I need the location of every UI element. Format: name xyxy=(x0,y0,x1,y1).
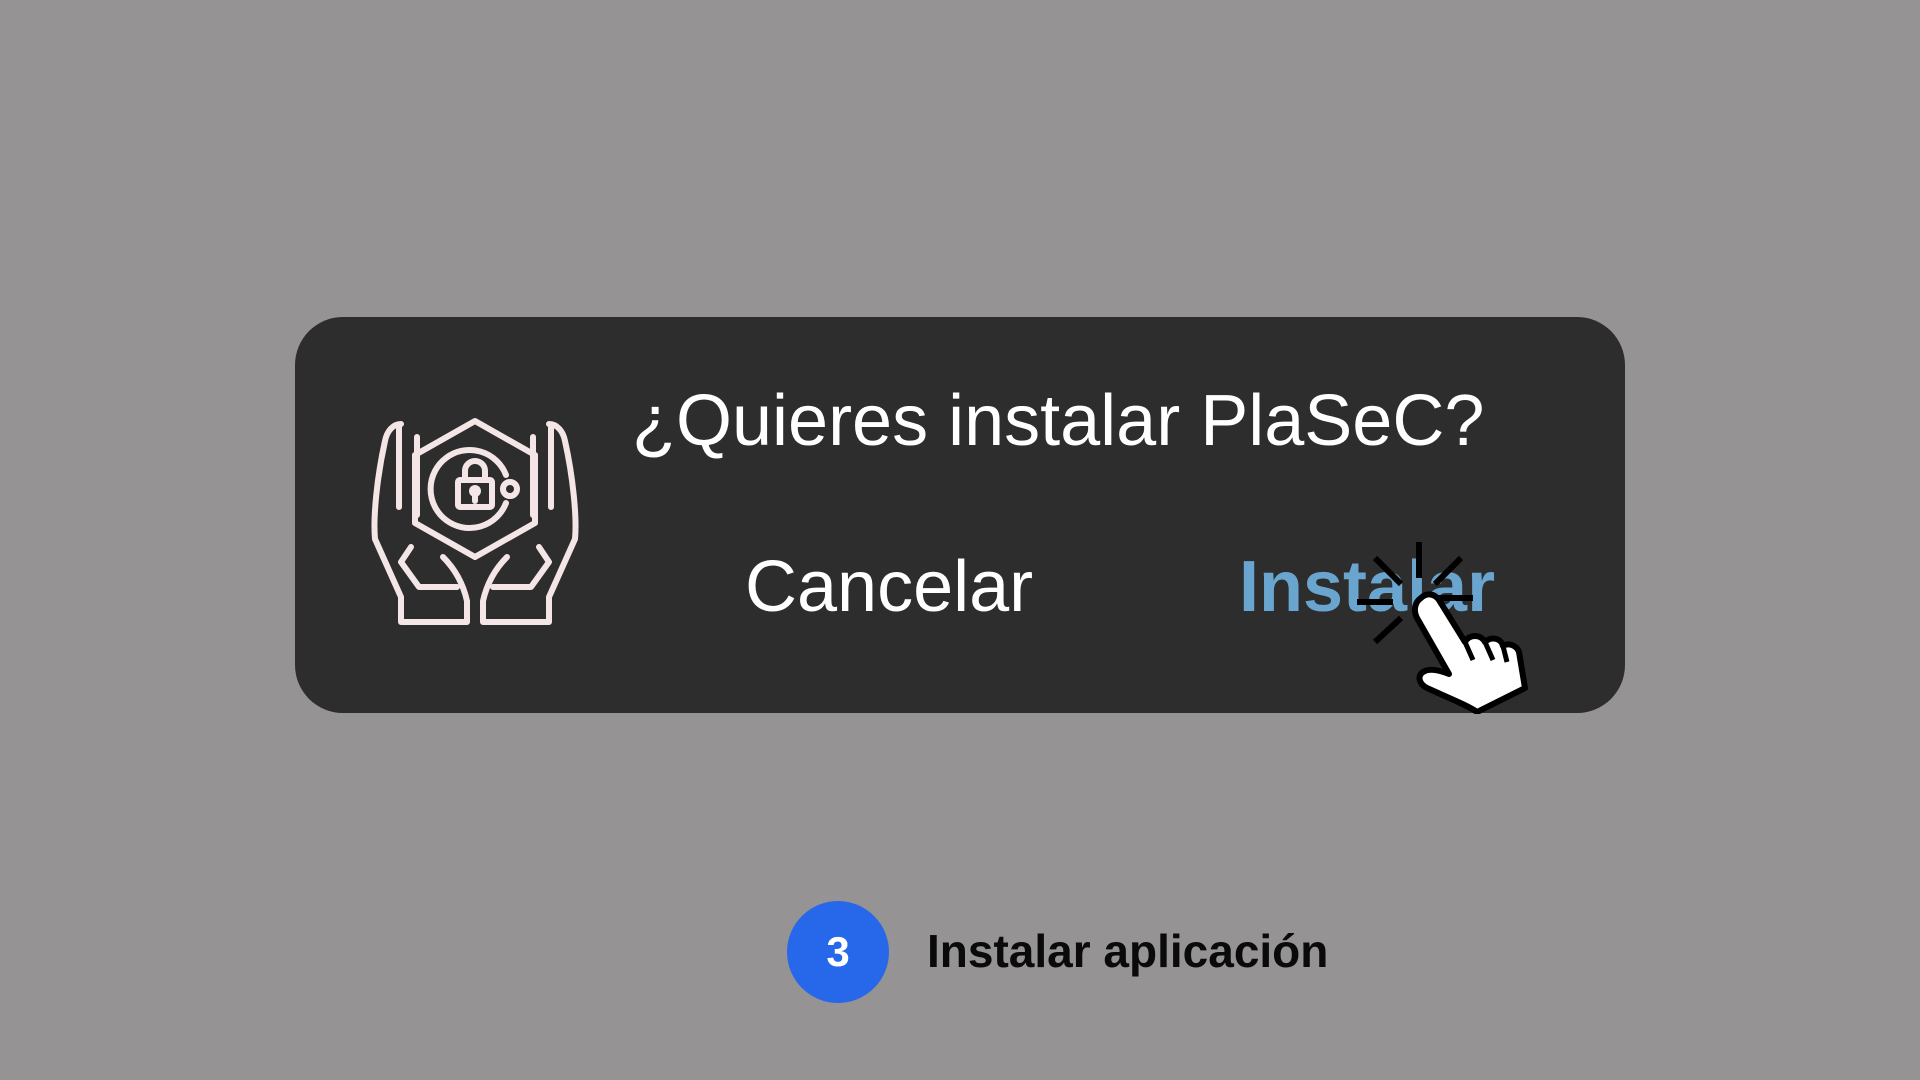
install-button[interactable]: Instalar xyxy=(1239,551,1495,623)
cancel-button[interactable]: Cancelar xyxy=(745,551,1033,623)
install-prompt-title: ¿Quieres instalar PlaSeC? xyxy=(632,381,1485,461)
step-number-badge: 3 xyxy=(787,901,889,1003)
install-dialog: ¿Quieres instalar PlaSeC? Cancelar Insta… xyxy=(295,317,1625,713)
hands-holding-shield-lock-icon xyxy=(371,418,579,625)
step-label: Instalar aplicación xyxy=(927,925,1329,977)
